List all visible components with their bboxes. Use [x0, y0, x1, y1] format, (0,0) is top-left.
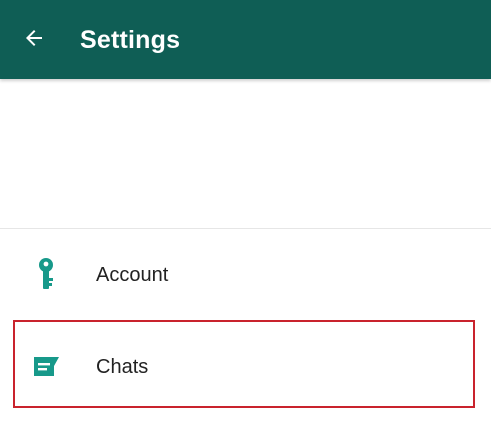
arrow-left-icon	[22, 26, 46, 55]
settings-item-label: Chats	[96, 356, 149, 378]
settings-item-account[interactable]: Account	[0, 229, 491, 322]
back-button[interactable]	[16, 22, 52, 58]
profile-area	[0, 79, 491, 229]
settings-item-label: Account	[96, 264, 169, 286]
settings-item-chats[interactable]: Chats	[0, 321, 491, 413]
page-title: Settings	[80, 26, 181, 54]
settings-screen: Settings Account Chats	[0, 0, 491, 423]
app-bar: Settings	[0, 0, 491, 79]
chat-icon	[28, 349, 64, 385]
key-icon	[28, 257, 64, 293]
